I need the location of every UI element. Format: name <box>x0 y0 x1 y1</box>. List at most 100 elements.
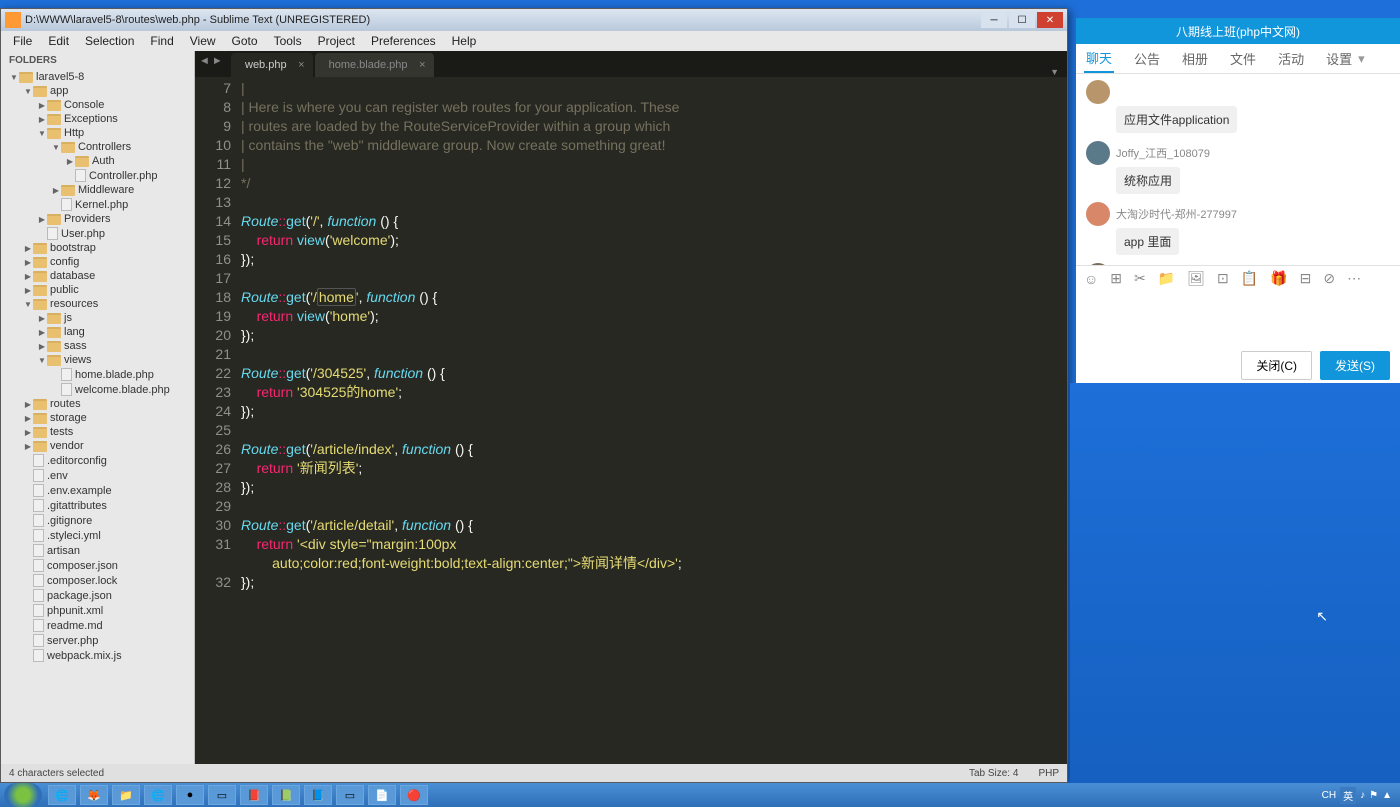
taskbar-app-icon[interactable]: ▭ <box>336 785 364 805</box>
maximize-button[interactable]: ☐ <box>1009 12 1035 28</box>
minimize-button[interactable]: ─ <box>981 12 1007 28</box>
folder-app[interactable]: ▼app <box>1 84 194 98</box>
tray-icon[interactable]: ▲ <box>1382 790 1392 801</box>
chat-tab-3[interactable]: 文件 <box>1228 45 1258 72</box>
tray-icon[interactable]: ♪ <box>1360 790 1365 801</box>
title-bar[interactable]: D:\WWW\laravel5-8\routes\web.php - Subli… <box>1 9 1067 31</box>
file-home-blade-php[interactable]: home.blade.php <box>1 367 194 382</box>
file-phpunit-xml[interactable]: phpunit.xml <box>1 603 194 618</box>
sidebar[interactable]: FOLDERS ▼laravel5-8▼app▶Console▶Exceptio… <box>1 51 195 764</box>
folder-providers[interactable]: ▶Providers <box>1 212 194 226</box>
chat-tool-icon[interactable]: 🖼 <box>1187 270 1205 287</box>
code-editor[interactable]: 7891011121314151617181920212223242526272… <box>195 77 1067 764</box>
chat-tool-icon[interactable]: ☺ <box>1084 271 1098 287</box>
chat-tool-icon[interactable]: ⊡ <box>1217 270 1229 287</box>
taskbar-app-icon[interactable]: 🌐 <box>48 785 76 805</box>
folder-config[interactable]: ▶config <box>1 255 194 269</box>
file--env-example[interactable]: .env.example <box>1 483 194 498</box>
file-server-php[interactable]: server.php <box>1 633 194 648</box>
folder-database[interactable]: ▶database <box>1 269 194 283</box>
taskbar-app-icon[interactable]: ▭ <box>208 785 236 805</box>
folder-resources[interactable]: ▼resources <box>1 297 194 311</box>
folder-public[interactable]: ▶public <box>1 283 194 297</box>
chat-messages[interactable]: 应用文件applicationJoffy_江西_108079统称应用大淘沙时代-… <box>1076 74 1400 265</box>
folder-console[interactable]: ▶Console <box>1 98 194 112</box>
avatar[interactable] <box>1086 141 1110 165</box>
file-readme-md[interactable]: readme.md <box>1 618 194 633</box>
chat-tool-icon[interactable]: ⊟ <box>1300 270 1312 287</box>
file-artisan[interactable]: artisan <box>1 543 194 558</box>
file-composer-json[interactable]: composer.json <box>1 558 194 573</box>
menu-project[interactable]: Project <box>310 32 363 50</box>
avatar[interactable] <box>1086 80 1110 104</box>
start-button[interactable] <box>4 783 42 807</box>
chat-tab-4[interactable]: 活动 <box>1276 45 1306 72</box>
taskbar-app-icon[interactable]: 📁 <box>112 785 140 805</box>
menu-find[interactable]: Find <box>142 32 181 50</box>
file--gitattributes[interactable]: .gitattributes <box>1 498 194 513</box>
chat-close-button[interactable]: 关闭(C) <box>1241 351 1312 380</box>
chat-tab-1[interactable]: 公告 <box>1132 45 1162 72</box>
desktop-area[interactable] <box>1070 383 1400 783</box>
chat-tool-icon[interactable]: ⊘ <box>1323 270 1335 287</box>
tray-ime[interactable]: 英 <box>1340 787 1356 804</box>
tab-web-php[interactable]: web.php× <box>231 53 313 77</box>
file--styleci-yml[interactable]: .styleci.yml <box>1 528 194 543</box>
menu-goto[interactable]: Goto <box>224 32 266 50</box>
chat-tab-2[interactable]: 相册 <box>1180 45 1210 72</box>
file-composer-lock[interactable]: composer.lock <box>1 573 194 588</box>
file-user-php[interactable]: User.php <box>1 226 194 241</box>
file-welcome-blade-php[interactable]: welcome.blade.php <box>1 382 194 397</box>
folder-lang[interactable]: ▶lang <box>1 325 194 339</box>
menu-tools[interactable]: Tools <box>266 32 310 50</box>
chat-tool-icon[interactable]: ⋯ <box>1347 270 1361 287</box>
avatar[interactable] <box>1086 202 1110 226</box>
menu-help[interactable]: Help <box>444 32 485 50</box>
chat-send-button[interactable]: 发送(S) <box>1320 351 1390 380</box>
chat-input[interactable] <box>1076 291 1400 347</box>
menu-edit[interactable]: Edit <box>40 32 77 50</box>
tray-lang[interactable]: CH <box>1322 790 1336 801</box>
file--env[interactable]: .env <box>1 468 194 483</box>
taskbar-app-icon[interactable]: 🦊 <box>80 785 108 805</box>
file-package-json[interactable]: package.json <box>1 588 194 603</box>
status-language[interactable]: PHP <box>1038 768 1059 779</box>
taskbar-app-icon[interactable]: 🔴 <box>400 785 428 805</box>
file-controller-php[interactable]: Controller.php <box>1 168 194 183</box>
folder-laravel5-8[interactable]: ▼laravel5-8 <box>1 70 194 84</box>
taskbar-app-icon[interactable]: 📗 <box>272 785 300 805</box>
chat-tool-icon[interactable]: 📁 <box>1158 270 1175 287</box>
folder-auth[interactable]: ▶Auth <box>1 154 194 168</box>
file-webpack-mix-js[interactable]: webpack.mix.js <box>1 648 194 663</box>
folder-bootstrap[interactable]: ▶bootstrap <box>1 241 194 255</box>
file--editorconfig[interactable]: .editorconfig <box>1 453 194 468</box>
folder-vendor[interactable]: ▶vendor <box>1 439 194 453</box>
folder-exceptions[interactable]: ▶Exceptions <box>1 112 194 126</box>
chat-tool-icon[interactable]: ✂ <box>1134 270 1146 287</box>
menu-file[interactable]: File <box>5 32 40 50</box>
tabs-dropdown-icon[interactable]: ▼ <box>1050 67 1059 77</box>
folder-js[interactable]: ▶js <box>1 311 194 325</box>
tab-close-icon[interactable]: × <box>298 59 304 71</box>
system-tray[interactable]: CH 英 ♪ ⚑ ▲ <box>1322 787 1400 804</box>
close-button[interactable]: ✕ <box>1037 12 1063 28</box>
tab-nav-arrows[interactable]: ◄► <box>199 55 223 67</box>
chat-tab-5[interactable]: 设置 <box>1324 45 1354 72</box>
taskbar-app-icon[interactable]: ● <box>176 785 204 805</box>
folder-sass[interactable]: ▶sass <box>1 339 194 353</box>
file--gitignore[interactable]: .gitignore <box>1 513 194 528</box>
folder-views[interactable]: ▼views <box>1 353 194 367</box>
chat-tool-icon[interactable]: 📋 <box>1241 270 1258 287</box>
taskbar-app-icon[interactable]: 📕 <box>240 785 268 805</box>
chat-tool-icon[interactable]: 🎁 <box>1270 270 1287 287</box>
taskbar-app-icon[interactable]: 📘 <box>304 785 332 805</box>
menu-view[interactable]: View <box>182 32 224 50</box>
folder-http[interactable]: ▼Http <box>1 126 194 140</box>
taskbar-app-icon[interactable]: 📄 <box>368 785 396 805</box>
folder-middleware[interactable]: ▶Middleware <box>1 183 194 197</box>
folder-storage[interactable]: ▶storage <box>1 411 194 425</box>
taskbar-app-icon[interactable]: 🌐 <box>144 785 172 805</box>
menu-selection[interactable]: Selection <box>77 32 142 50</box>
tab-close-icon[interactable]: × <box>419 59 425 71</box>
folder-controllers[interactable]: ▼Controllers <box>1 140 194 154</box>
